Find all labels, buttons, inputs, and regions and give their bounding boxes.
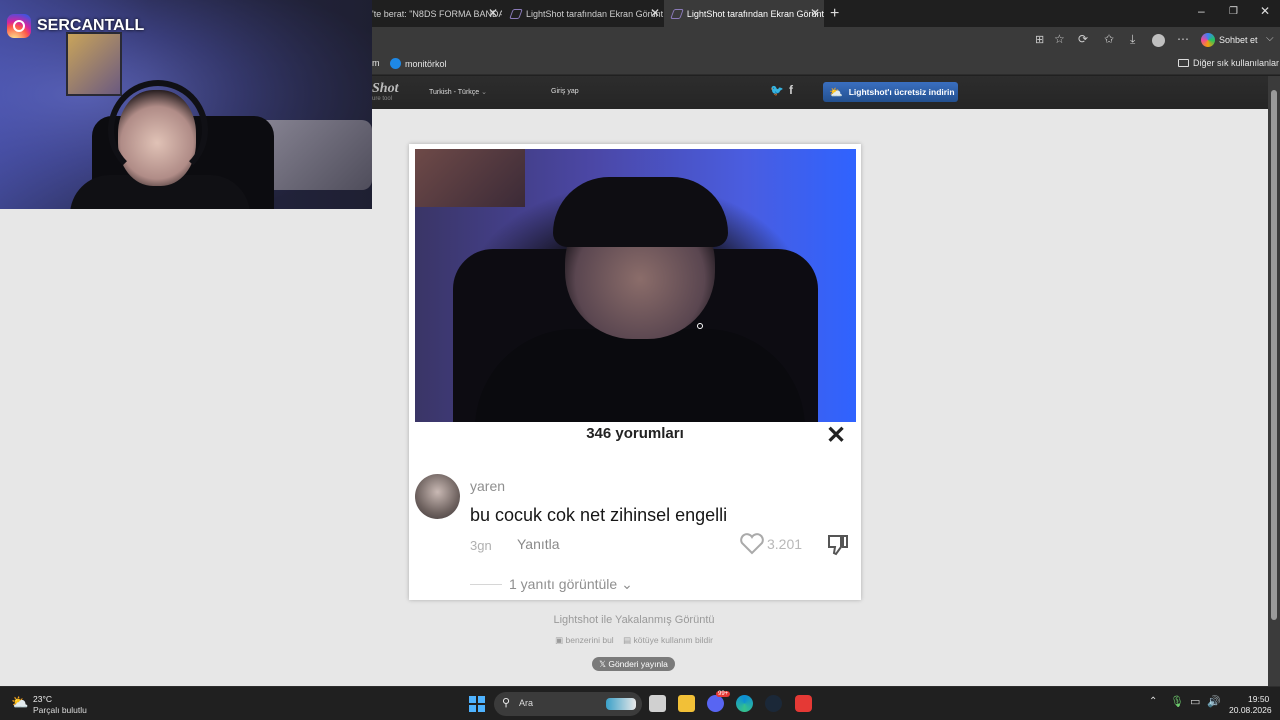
lightshot-logo-sub: ure tool (372, 96, 393, 102)
check-badge-icon (390, 58, 401, 69)
lightshot-favicon-icon (670, 8, 684, 19)
download-cloud-icon: ⛅ (829, 86, 843, 99)
network-icon[interactable]: ▭ (1190, 695, 1200, 708)
avatar (415, 474, 460, 519)
chevron-down-icon: ⌄ (621, 576, 633, 592)
volume-icon[interactable]: 🔊 (1207, 695, 1221, 708)
maximize-button[interactable]: ❐ (1229, 6, 1238, 17)
taskbar: ⛅ 23°C Parçalı bulutlu ⚲ Ara 99+ ⌃ 🎙 ▭ 🔊… (0, 686, 1280, 720)
image-actions: ▣ benzerini bul ▤ kötüye kullanım bildir (0, 635, 1268, 646)
comment-reply: Yanıtla (517, 536, 560, 552)
close-window-button[interactable]: ✕ (1260, 4, 1270, 18)
download-button[interactable]: ⛅ Lightshot'ı ücretsiz indirin (823, 82, 958, 102)
windows-start-icon[interactable] (469, 696, 485, 712)
new-tab-button[interactable]: + (830, 0, 846, 27)
downloads-icon[interactable]: ⤓ (1130, 32, 1135, 47)
report-link[interactable]: ▤ kötüye kullanım bildir (623, 635, 713, 645)
favorite-star-icon[interactable]: ☆ (1054, 32, 1065, 46)
taskbar-search[interactable]: ⚲ Ara (494, 692, 642, 716)
close-tab-icon[interactable]: ✕ (488, 6, 498, 20)
minimize-button[interactable]: – (1198, 4, 1205, 18)
close-tab-icon[interactable]: ✕ (810, 6, 820, 20)
tab-lightshot-2[interactable]: LightShot tarafından Ekran Görünt ✕ (664, 0, 824, 27)
discord-icon[interactable] (707, 695, 724, 712)
tray-expand-icon[interactable]: ⌃ (1149, 696, 1157, 707)
flag-icon: ▤ (623, 635, 632, 645)
comment-username: yaren (470, 478, 506, 494)
split-screen-icon[interactable]: ⊞ (1035, 33, 1044, 46)
profile-avatar-icon[interactable] (1152, 34, 1165, 47)
app-icon[interactable] (795, 695, 812, 712)
file-explorer-icon[interactable] (678, 695, 695, 712)
cursor-icon (697, 323, 703, 329)
favorites-icon[interactable]: ✩ (1104, 32, 1114, 46)
task-view-icon[interactable] (649, 695, 666, 712)
language-select[interactable]: Turkish - Türkçe ⌄ (429, 88, 487, 96)
facebook-icon[interactable]: f (789, 83, 793, 97)
extensions-icon[interactable]: ⟳ (1078, 32, 1088, 46)
clock-time[interactable]: 19:50 (1248, 694, 1269, 704)
divider (470, 584, 502, 585)
person-hair (553, 177, 728, 247)
more-menu-icon[interactable]: ⋯ (1177, 32, 1189, 46)
comment-text: bu cocuk cok net zihinsel engelli (470, 505, 728, 525)
instagram-handle: SERCANTALL (37, 17, 145, 34)
bookmark-monitorkol[interactable]: monitörkol (390, 58, 447, 69)
edge-icon[interactable] (736, 695, 753, 712)
screenshot-image[interactable]: 346 yorumları ✕ yaren bu cocuk cok net z… (409, 144, 861, 600)
instagram-icon (7, 14, 31, 38)
lightshot-favicon-icon (509, 8, 523, 19)
chat-button[interactable]: Sohbet et (1219, 35, 1258, 45)
bookmark-partial[interactable]: m (372, 58, 380, 68)
lightshot-logo[interactable]: Shot (372, 81, 398, 97)
find-similar-link[interactable]: ▣ benzerini bul (555, 635, 614, 645)
weather-temp[interactable]: 23°C (33, 694, 52, 704)
weather-icon[interactable]: ⛅ (11, 694, 28, 711)
comments-count: 346 yorumları (586, 425, 684, 442)
screenshot-photo (415, 149, 856, 422)
tab-forma[interactable]: 'te berat: "N8DS FORMA BANDA ✕ (372, 0, 502, 27)
person-body (475, 329, 805, 422)
twitter-icon[interactable]: 🐦 (770, 84, 784, 97)
page-scrollbar[interactable] (1268, 76, 1280, 686)
weather-desc[interactable]: Parçalı bulutlu (33, 705, 87, 715)
comment-likes: 3.201 (767, 536, 803, 552)
webcam-overlay: SERCANTALL (0, 0, 372, 209)
wall-poster (415, 149, 525, 207)
heart-icon (740, 533, 764, 555)
close-tab-icon[interactable]: ✕ (650, 6, 660, 20)
headphones-icon (108, 80, 208, 180)
discord-badge: 99+ (716, 691, 731, 697)
steam-icon[interactable] (765, 695, 782, 712)
other-favorites-folder[interactable]: Diğer sık kullanılanlar (1178, 58, 1279, 68)
microphone-icon[interactable]: 🎙 (1170, 695, 1184, 708)
chevron-down-icon: ⌄ (481, 89, 488, 96)
sidebar-toggle-icon[interactable]: ⌵ (1266, 33, 1274, 44)
tab-lightshot-1[interactable]: LightShot tarafından Ekran Görünt ✕ (503, 0, 664, 27)
comment-age: 3gn (470, 538, 492, 553)
page-caption: Lightshot ile Yakalanmış Görüntü (553, 614, 715, 626)
search-highlight-icon (606, 698, 636, 710)
wall-frame (66, 32, 122, 96)
close-icon: ✕ (826, 422, 847, 449)
dislike-icon (828, 535, 848, 556)
image-icon: ▣ (555, 635, 564, 645)
view-replies: 1 yanıtı görüntüle ⌄ (509, 576, 633, 592)
folder-icon (1178, 59, 1189, 67)
copilot-icon (1201, 33, 1215, 47)
login-link[interactable]: Giriş yap (551, 88, 579, 95)
scrollbar-thumb[interactable] (1271, 90, 1277, 620)
instagram-tag: SERCANTALL (7, 14, 144, 38)
search-icon: ⚲ (502, 697, 511, 709)
post-to-x-button[interactable]: 𝕏 Gönderi yayınla (592, 657, 675, 671)
clock-date[interactable]: 20.08.2026 (1229, 705, 1272, 715)
